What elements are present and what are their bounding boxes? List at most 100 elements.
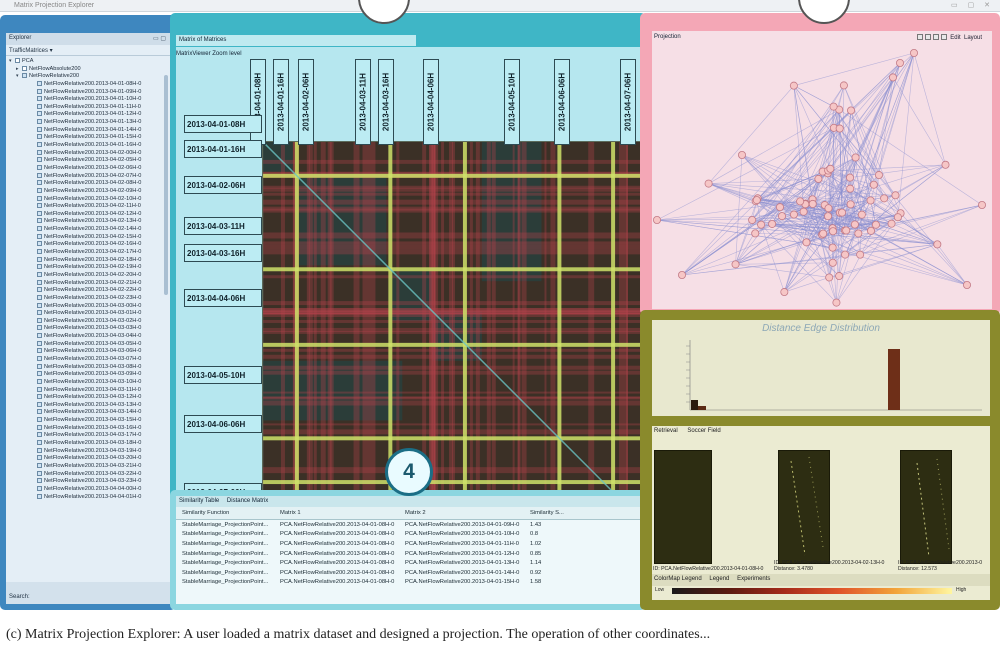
checkbox[interactable] xyxy=(22,65,27,71)
checkbox[interactable] xyxy=(37,149,42,155)
retrieved-matrix-thumbnail[interactable] xyxy=(654,450,712,564)
tree-item[interactable]: NetFlowRelative200.2013-04-03-10H-0 xyxy=(6,378,170,387)
graph-node[interactable] xyxy=(841,250,850,259)
checkbox[interactable] xyxy=(37,432,42,438)
row-label[interactable]: 2013-04-04-06H xyxy=(184,289,262,307)
checkbox[interactable] xyxy=(37,142,42,148)
graph-node[interactable] xyxy=(851,153,860,162)
zoom-out-icon[interactable] xyxy=(924,34,931,40)
tree-item[interactable]: NetFlowRelative200.2013-04-03-15H-0 xyxy=(6,417,170,425)
checkbox[interactable] xyxy=(37,233,42,239)
graph-node[interactable] xyxy=(819,229,828,238)
tree-item[interactable]: NetFlowRelative200.2013-04-02-11H-0 xyxy=(6,203,170,211)
row-label[interactable]: 2013-04-01-08H xyxy=(184,115,262,133)
tree-item[interactable]: NetFlowRelative200.2013-04-02-16H-0 xyxy=(6,241,170,249)
tree-item[interactable]: NetFlowRelative200.2013-04-03-03H-0 xyxy=(6,325,170,333)
column-header[interactable]: Matrix 2 xyxy=(401,510,526,516)
scrollbar[interactable] xyxy=(164,75,168,295)
explorer-tab[interactable]: Explorer ▭ ▢ xyxy=(6,33,170,45)
checkbox[interactable] xyxy=(37,218,42,224)
graph-node[interactable] xyxy=(789,81,798,90)
graph-node[interactable] xyxy=(857,210,866,219)
tab-distance-matrix[interactable]: Distance Matrix xyxy=(227,498,268,504)
graph-node[interactable] xyxy=(825,273,834,282)
graph-node[interactable] xyxy=(838,208,847,217)
checkbox[interactable] xyxy=(37,340,42,346)
tree-item[interactable]: NetFlowRelative200.2013-04-03-20H-0 xyxy=(6,455,170,463)
checkbox[interactable] xyxy=(22,73,27,79)
checkbox[interactable] xyxy=(37,264,42,270)
retrieved-matrix-thumbnail[interactable] xyxy=(900,450,952,564)
column-label[interactable]: 2013-04-03-11H xyxy=(355,59,371,145)
tree-item[interactable]: NetFlowRelative200.2013-04-03-23H-0 xyxy=(6,478,170,486)
layout-menu[interactable]: Layout xyxy=(964,35,982,41)
graph-node[interactable] xyxy=(789,210,798,219)
graph-node[interactable] xyxy=(677,270,686,279)
graph-node[interactable] xyxy=(824,212,833,221)
row-label[interactable]: 2013-04-01-16H xyxy=(184,140,262,158)
checkbox[interactable] xyxy=(37,478,42,484)
checkbox[interactable] xyxy=(37,409,42,415)
column-label[interactable]: 2013-04-01-16H xyxy=(273,59,289,145)
graph-node[interactable] xyxy=(752,196,761,205)
tree-item[interactable]: NetFlowRelative200.2013-04-02-15H-0 xyxy=(6,233,170,242)
graph-node[interactable] xyxy=(839,81,848,90)
graph-node[interactable] xyxy=(962,280,971,289)
row-label[interactable]: 2013-04-03-11H xyxy=(184,217,262,235)
checkbox[interactable] xyxy=(37,279,42,285)
zoom-in-icon[interactable] xyxy=(916,34,923,40)
tree-item[interactable]: NetFlowRelative200.2013-04-03-06H-0 xyxy=(6,348,170,356)
checkbox[interactable] xyxy=(37,447,42,453)
tree-root[interactable]: ▾ PCA xyxy=(6,58,170,66)
table-row[interactable]: StableMarriage_ProjectionPoint... PCA.Net… xyxy=(176,530,640,540)
checkbox[interactable] xyxy=(37,164,42,170)
row-label[interactable]: 2013-04-06-06H xyxy=(184,415,262,433)
tree-item[interactable]: NetFlowRelative200.2013-04-02-07H-0 xyxy=(6,172,170,181)
checkbox[interactable] xyxy=(37,88,42,94)
column-label[interactable]: 2013-04-05-10H xyxy=(504,59,520,145)
table-row[interactable]: StableMarriage_ProjectionPoint... PCA.Net… xyxy=(176,578,640,588)
graph-node[interactable] xyxy=(977,200,986,209)
graph-node[interactable] xyxy=(869,180,878,189)
refresh-icon[interactable] xyxy=(932,34,939,40)
checkbox[interactable] xyxy=(37,493,42,499)
graph-node[interactable] xyxy=(835,272,844,281)
checkbox[interactable] xyxy=(37,256,42,262)
column-header[interactable]: Similarity S... xyxy=(526,510,636,516)
tree-item[interactable]: NetFlowRelative200.2013-04-01-16H-0 xyxy=(6,142,170,150)
checkbox[interactable] xyxy=(37,111,42,117)
graph-node[interactable] xyxy=(799,207,808,216)
graph-node[interactable] xyxy=(814,174,823,183)
checkbox[interactable] xyxy=(37,172,42,178)
tree-item[interactable]: NetFlowRelative200.2013-04-02-12H-0 xyxy=(6,210,170,219)
graph-node[interactable] xyxy=(704,179,713,188)
row-label[interactable]: 2013-04-05-10H xyxy=(184,366,262,384)
graph-node[interactable] xyxy=(738,151,747,160)
tree-item[interactable]: NetFlowRelative200.2013-04-01-14H-0 xyxy=(6,126,170,135)
tree-item[interactable]: NetFlowRelative200.2013-04-02-08H-0 xyxy=(6,180,170,188)
tree-item[interactable]: NetFlowRelative200.2013-04-02-17H-0 xyxy=(6,249,170,257)
tree-item[interactable]: NetFlowRelative200.2013-04-03-18H-0 xyxy=(6,440,170,448)
checkbox[interactable] xyxy=(37,394,42,400)
checkbox[interactable] xyxy=(37,126,42,132)
checkbox[interactable] xyxy=(37,80,42,86)
column-header[interactable]: Matrix 1 xyxy=(276,510,401,516)
graph-node[interactable] xyxy=(653,215,661,224)
graph-node[interactable] xyxy=(826,164,835,173)
checkbox[interactable] xyxy=(37,302,42,308)
tree-item[interactable]: NetFlowRelative200.2013-04-03-00H-0 xyxy=(6,302,170,311)
checkbox[interactable] xyxy=(37,378,42,384)
tree-item[interactable]: NetFlowRelative200.2013-04-01-12H-0 xyxy=(6,111,170,119)
view-controls[interactable]: ▭ ▢ xyxy=(153,35,166,42)
graph-node[interactable] xyxy=(891,191,900,200)
tab-retrieval[interactable]: Retrieval xyxy=(654,428,678,434)
checkbox[interactable] xyxy=(37,134,42,140)
graph-node[interactable] xyxy=(775,203,784,212)
graph-node[interactable] xyxy=(847,106,856,115)
tree-item[interactable]: NetFlowRelative200.2013-04-02-06H-0 xyxy=(6,164,170,173)
checkbox[interactable] xyxy=(37,317,42,323)
graph-node[interactable] xyxy=(933,240,942,249)
checkbox[interactable] xyxy=(37,325,42,331)
checkbox[interactable] xyxy=(37,287,42,293)
retrieved-matrix-thumbnail[interactable] xyxy=(778,450,830,564)
